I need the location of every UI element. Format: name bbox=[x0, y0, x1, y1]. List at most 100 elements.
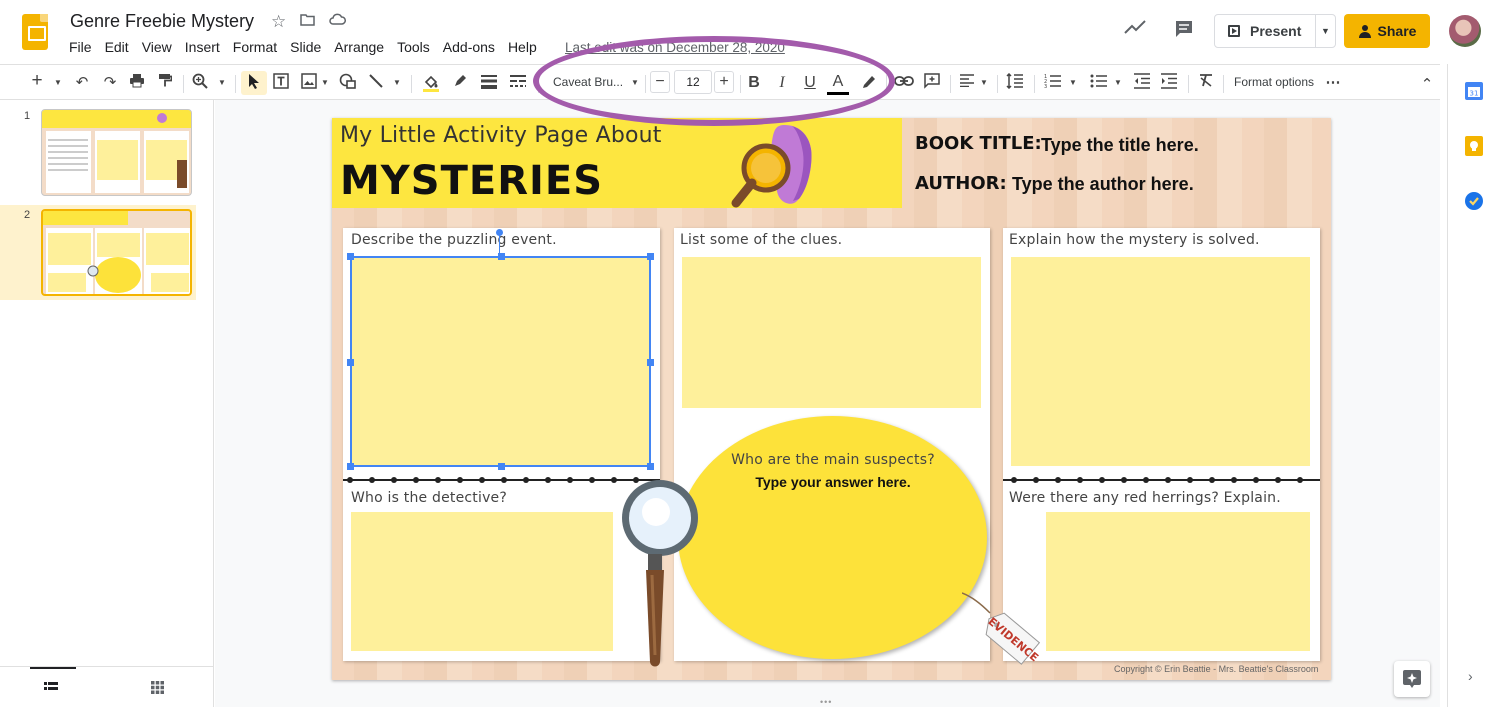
border-dash-icon[interactable] bbox=[507, 73, 529, 93]
zoom-icon[interactable] bbox=[190, 73, 210, 93]
redo-icon[interactable]: ↷ bbox=[101, 73, 119, 93]
new-slide-layout-dropdown[interactable]: ▼ bbox=[52, 73, 64, 93]
side-panel-rail: 31 › bbox=[1447, 64, 1500, 707]
present-dropdown-button[interactable]: ▼ bbox=[1315, 15, 1335, 47]
new-slide-button[interactable]: + bbox=[28, 71, 46, 91]
selected-textbox[interactable] bbox=[347, 253, 654, 470]
more-options-button[interactable]: ⋯ bbox=[1324, 73, 1342, 93]
show-side-panel-chevron[interactable]: › bbox=[1468, 668, 1473, 684]
comment-icon[interactable] bbox=[1174, 19, 1194, 44]
menu-insert[interactable]: Insert bbox=[185, 39, 225, 55]
author-field[interactable]: Type the author here. bbox=[1012, 174, 1194, 195]
move-folder-icon[interactable] bbox=[300, 13, 315, 30]
shape-icon[interactable] bbox=[338, 73, 358, 93]
resize-handle[interactable] bbox=[647, 463, 654, 470]
explore-icon bbox=[1403, 670, 1421, 688]
suspects-answer-field[interactable]: Type your answer here. bbox=[728, 474, 938, 490]
activity-title[interactable]: My Little Activity Page About bbox=[340, 123, 662, 148]
star-icon[interactable]: ☆ bbox=[271, 12, 286, 32]
svg-text:3: 3 bbox=[1044, 84, 1047, 89]
menu-file[interactable]: File bbox=[69, 39, 97, 55]
activity-heading[interactable]: MYSTERIES bbox=[340, 158, 603, 204]
bulleted-list-dropdown[interactable]: ▼ bbox=[1113, 73, 1123, 93]
bulleted-list-icon[interactable] bbox=[1088, 73, 1110, 93]
slide-thumbnail-1[interactable] bbox=[41, 109, 192, 196]
border-color-icon[interactable] bbox=[450, 73, 470, 93]
menu-arrange[interactable]: Arrange bbox=[334, 39, 389, 55]
prompt-label[interactable]: Explain how the mystery is solved. bbox=[1009, 232, 1260, 248]
svg-text:31: 31 bbox=[1470, 90, 1479, 98]
prompt-label[interactable]: Were there any red herrings? Explain. bbox=[1009, 490, 1281, 506]
menu-view[interactable]: View bbox=[142, 39, 177, 55]
resize-handle[interactable] bbox=[347, 463, 354, 470]
cloud-status-icon[interactable] bbox=[329, 13, 346, 30]
answer-box-clues[interactable] bbox=[682, 257, 981, 408]
filmstrip-view-icon[interactable] bbox=[44, 681, 58, 699]
dotted-divider bbox=[1003, 477, 1320, 487]
align-dropdown[interactable]: ▼ bbox=[979, 73, 989, 93]
prompt-label[interactable]: Describe the puzzling event. bbox=[351, 232, 557, 248]
avatar[interactable] bbox=[1449, 15, 1481, 47]
print-icon[interactable] bbox=[128, 73, 146, 93]
calendar-icon[interactable]: 31 bbox=[1465, 82, 1483, 105]
filmstrip-footer bbox=[0, 666, 214, 707]
book-title-field[interactable]: Type the title here. bbox=[1041, 135, 1199, 156]
activity-trend-icon[interactable] bbox=[1124, 20, 1146, 39]
add-comment-icon[interactable] bbox=[922, 73, 942, 93]
menu-edit[interactable]: Edit bbox=[105, 39, 134, 55]
format-options-button[interactable]: Format options bbox=[1234, 75, 1314, 89]
prompt-label[interactable]: Who is the detective? bbox=[351, 490, 507, 506]
answer-box-solved[interactable] bbox=[1011, 257, 1310, 466]
align-icon[interactable] bbox=[957, 73, 977, 93]
menu-tools[interactable]: Tools bbox=[397, 39, 435, 55]
menu-slide[interactable]: Slide bbox=[290, 39, 326, 55]
resize-handle[interactable] bbox=[347, 359, 354, 366]
answer-box-herrings[interactable] bbox=[1046, 512, 1310, 651]
annotation-highlight-oval bbox=[533, 36, 895, 126]
resize-handle[interactable] bbox=[347, 253, 354, 260]
numbered-list-dropdown[interactable]: ▼ bbox=[1068, 73, 1078, 93]
grid-view-icon[interactable] bbox=[151, 681, 164, 699]
prompt-label[interactable]: Who are the main suspects? bbox=[728, 452, 938, 468]
image-dropdown[interactable]: ▼ bbox=[320, 73, 330, 93]
slides-logo-icon[interactable] bbox=[22, 14, 48, 50]
explore-button[interactable] bbox=[1394, 661, 1430, 697]
menu-help[interactable]: Help bbox=[508, 39, 542, 55]
document-title[interactable]: Genre Freebie Mystery bbox=[70, 11, 254, 32]
menu-addons[interactable]: Add-ons bbox=[443, 39, 500, 55]
menu-format[interactable]: Format bbox=[233, 39, 282, 55]
share-button[interactable]: Share bbox=[1344, 14, 1430, 48]
undo-icon[interactable]: ↶ bbox=[73, 73, 91, 93]
keep-icon[interactable] bbox=[1465, 136, 1483, 161]
paint-format-icon[interactable] bbox=[156, 73, 174, 93]
answer-box-detective[interactable] bbox=[351, 512, 613, 651]
resize-handle[interactable] bbox=[498, 253, 505, 260]
border-weight-icon[interactable] bbox=[478, 73, 500, 93]
indent-more-icon[interactable] bbox=[1158, 73, 1180, 93]
textbox-icon[interactable] bbox=[272, 73, 290, 93]
prompt-label[interactable]: List some of the clues. bbox=[680, 232, 842, 248]
tasks-icon[interactable] bbox=[1464, 191, 1484, 216]
image-icon[interactable] bbox=[300, 73, 318, 93]
line-dropdown[interactable]: ▼ bbox=[392, 73, 402, 93]
resize-handle[interactable] bbox=[647, 359, 654, 366]
clear-formatting-icon[interactable] bbox=[1196, 73, 1216, 93]
line-icon[interactable] bbox=[366, 73, 386, 93]
speaker-notes-handle[interactable]: ••• bbox=[820, 697, 832, 707]
numbered-list-icon[interactable]: 123 bbox=[1042, 73, 1064, 93]
collapse-toolbar-button[interactable]: ⌃ bbox=[1418, 75, 1436, 95]
fill-color-icon[interactable] bbox=[420, 73, 442, 93]
slide-number: 2 bbox=[24, 209, 31, 221]
indent-less-icon[interactable] bbox=[1131, 73, 1153, 93]
zoom-dropdown[interactable]: ▼ bbox=[216, 73, 228, 93]
link-icon[interactable] bbox=[893, 73, 915, 93]
evidence-tag-icon: EVIDENCE bbox=[962, 592, 1041, 665]
present-button[interactable]: Present ▼ bbox=[1214, 14, 1336, 48]
slide-thumbnail-2[interactable] bbox=[41, 209, 192, 296]
author-label: AUTHOR: bbox=[915, 173, 1007, 194]
select-icon[interactable] bbox=[241, 71, 267, 95]
rotate-handle[interactable] bbox=[496, 229, 503, 236]
line-spacing-icon[interactable] bbox=[1004, 72, 1026, 93]
resize-handle[interactable] bbox=[647, 253, 654, 260]
resize-handle[interactable] bbox=[498, 463, 505, 470]
